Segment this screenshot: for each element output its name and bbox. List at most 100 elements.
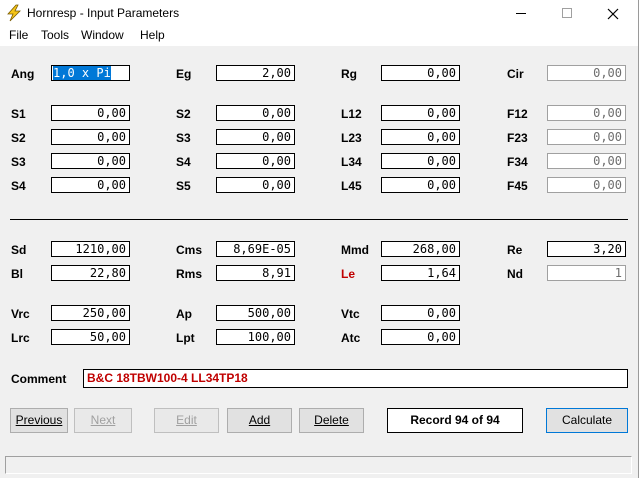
label-atc: Atc: [341, 331, 361, 345]
label-vtc: Vtc: [341, 307, 360, 321]
close-button[interactable]: [590, 0, 636, 27]
field-l45[interactable]: 0,00: [381, 177, 460, 193]
field-f45: 0,00: [547, 177, 626, 193]
close-icon: [607, 8, 619, 19]
label-f45: F45: [507, 179, 528, 193]
label-ang: Ang: [11, 67, 35, 81]
label-l23: L23: [341, 131, 362, 145]
label-rms: Rms: [176, 267, 203, 281]
label-l45: L45: [341, 179, 362, 193]
field-l12[interactable]: 0,00: [381, 105, 460, 121]
field-lpt[interactable]: 100,00: [216, 329, 295, 345]
status-bar: [5, 456, 632, 474]
field-rg[interactable]: 0,00: [381, 65, 460, 81]
menu-tools[interactable]: Tools: [41, 28, 69, 42]
field-f12: 0,00: [547, 105, 626, 121]
label-bl: Bl: [11, 267, 23, 281]
field-s2-right[interactable]: 0,00: [216, 105, 295, 121]
field-s5-right[interactable]: 0,00: [216, 177, 295, 193]
label-cir: Cir: [507, 67, 524, 81]
label-s2-right: S2: [176, 107, 191, 121]
label-ap: Ap: [176, 307, 192, 321]
label-s3: S3: [11, 155, 26, 169]
field-f23: 0,00: [547, 129, 626, 145]
window-title: Hornresp - Input Parameters: [27, 6, 180, 20]
label-s2: S2: [11, 131, 26, 145]
field-l23[interactable]: 0,00: [381, 129, 460, 145]
field-s3[interactable]: 0,00: [51, 153, 130, 169]
next-button: Next: [74, 408, 132, 433]
label-vrc: Vrc: [11, 307, 30, 321]
edit-button: Edit: [154, 408, 219, 433]
hornresp-window: Hornresp - Input Parameters File Tools W…: [0, 0, 639, 478]
previous-button[interactable]: Previous: [10, 408, 68, 433]
label-s4: S4: [11, 179, 26, 193]
edit-button-label: Edit: [176, 413, 197, 427]
field-bl[interactable]: 22,80: [51, 265, 130, 281]
minimize-button[interactable]: [498, 0, 544, 27]
field-ang[interactable]: 1,0 x Pi: [51, 65, 130, 81]
menu-bar: File Tools Window Help: [0, 27, 638, 46]
field-atc[interactable]: 0,00: [381, 329, 460, 345]
section-divider: [10, 219, 628, 220]
field-s4-right[interactable]: 0,00: [216, 153, 295, 169]
field-s2[interactable]: 0,00: [51, 129, 130, 145]
field-s1[interactable]: 0,00: [51, 105, 130, 121]
maximize-button[interactable]: [544, 0, 590, 27]
menu-help[interactable]: Help: [140, 28, 165, 42]
comment-field[interactable]: B&C 18TBW100-4 LL34TP18: [83, 369, 628, 388]
field-cms[interactable]: 8,69E-05: [216, 241, 295, 257]
label-f23: F23: [507, 131, 528, 145]
label-lpt: Lpt: [176, 331, 195, 345]
field-lrc[interactable]: 50,00: [51, 329, 130, 345]
field-le[interactable]: 1,64: [381, 265, 460, 281]
menu-file[interactable]: File: [9, 28, 28, 42]
label-f12: F12: [507, 107, 528, 121]
field-sd[interactable]: 1210,00: [51, 241, 130, 257]
previous-button-label: Previous: [15, 413, 63, 427]
field-cir: 0,00: [547, 65, 626, 81]
label-f34: F34: [507, 155, 528, 169]
field-vtc[interactable]: 0,00: [381, 305, 460, 321]
field-ang-selected-text: 1,0 x Pi: [53, 66, 111, 80]
label-s5-right: S5: [176, 179, 191, 193]
label-s1: S1: [11, 107, 26, 121]
field-rms[interactable]: 8,91: [216, 265, 295, 281]
label-mmd: Mmd: [341, 243, 369, 257]
field-nd: 1: [547, 265, 626, 281]
record-indicator: Record 94 of 94: [387, 408, 523, 433]
add-button-label: Add: [248, 413, 271, 427]
field-vrc[interactable]: 250,00: [51, 305, 130, 321]
label-eg: Eg: [176, 67, 192, 81]
lightning-bolt-icon: [7, 4, 21, 22]
field-s3-right[interactable]: 0,00: [216, 129, 295, 145]
maximize-icon: [561, 8, 572, 18]
field-re[interactable]: 3,20: [547, 241, 626, 257]
label-lrc: Lrc: [11, 331, 30, 345]
label-nd: Nd: [507, 267, 523, 281]
label-comment: Comment: [11, 372, 67, 386]
label-le[interactable]: Le: [341, 267, 355, 281]
field-ap[interactable]: 500,00: [216, 305, 295, 321]
label-cms: Cms: [176, 243, 203, 257]
field-s4[interactable]: 0,00: [51, 177, 130, 193]
label-sd: Sd: [11, 243, 27, 257]
delete-button-label: Delete: [314, 413, 349, 427]
title-bar: Hornresp - Input Parameters: [0, 0, 638, 27]
menu-window[interactable]: Window: [81, 28, 124, 42]
field-f34: 0,00: [547, 153, 626, 169]
delete-button[interactable]: Delete: [299, 408, 364, 433]
calculate-button[interactable]: Calculate: [546, 408, 628, 433]
label-s3-right: S3: [176, 131, 191, 145]
field-l34[interactable]: 0,00: [381, 153, 460, 169]
label-rg: Rg: [341, 67, 357, 81]
label-l12: L12: [341, 107, 362, 121]
minimize-icon: [515, 13, 526, 14]
label-s4-right: S4: [176, 155, 191, 169]
label-re: Re: [507, 243, 523, 257]
next-button-label: Next: [90, 413, 116, 427]
field-eg[interactable]: 2,00: [216, 65, 295, 81]
add-button[interactable]: Add: [227, 408, 292, 433]
field-mmd[interactable]: 268,00: [381, 241, 460, 257]
label-l34: L34: [341, 155, 362, 169]
